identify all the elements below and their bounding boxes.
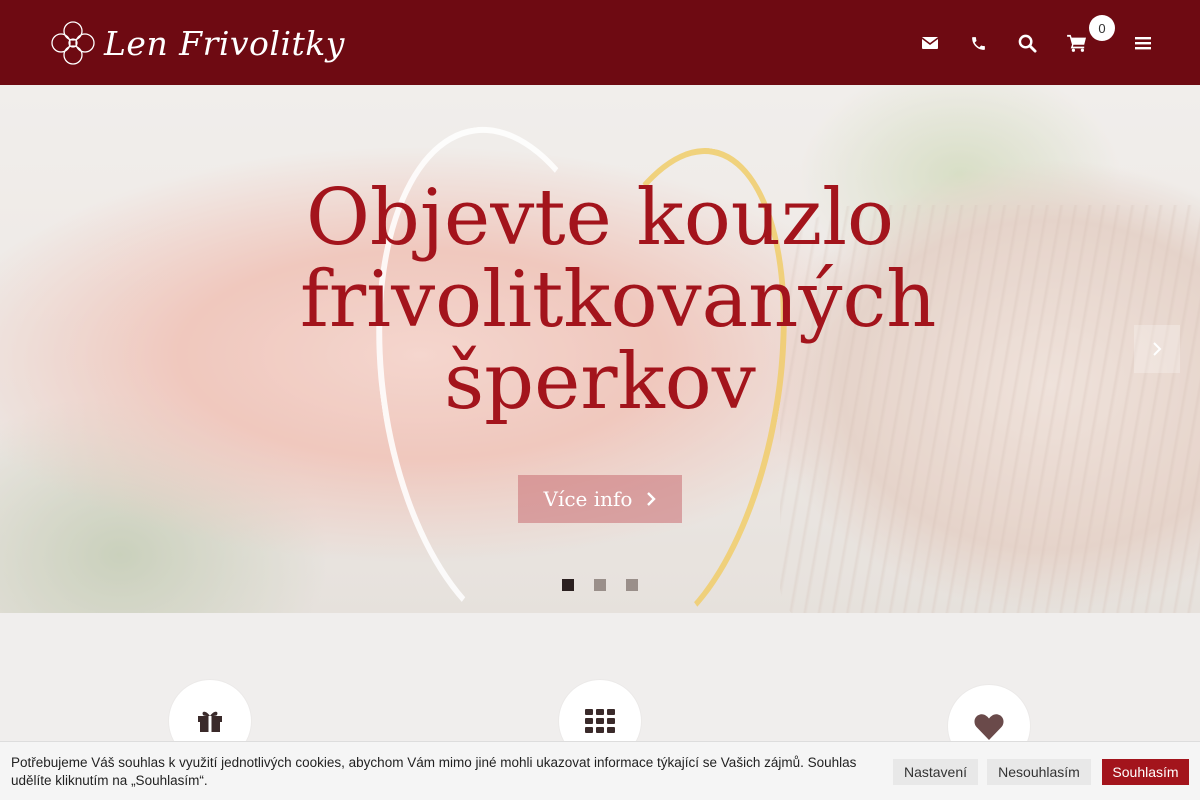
cookie-text: Potřebujeme Váš souhlas k využití jednot… (11, 755, 857, 788)
cookie-settings-button[interactable]: Nastavení (893, 759, 978, 785)
cookie-accept-button[interactable]: Souhlasím (1102, 759, 1189, 785)
search-icon[interactable] (1015, 31, 1039, 55)
slider-dot[interactable] (594, 579, 606, 591)
more-info-label: Více info (543, 487, 633, 511)
lace-flower-logo-icon (51, 21, 95, 65)
grid-icon (585, 709, 615, 733)
hero-title: Objevte kouzlo frivolitkovaných šperkov (300, 173, 937, 427)
more-info-button[interactable]: Více info (518, 475, 682, 523)
menu-icon[interactable] (1131, 31, 1155, 55)
chevron-right-icon (1153, 342, 1162, 356)
hero-slider: Objevte kouzlo frivolitkovaných šperkov … (0, 85, 1200, 613)
logo-text: Len Frivolitky (104, 23, 345, 63)
envelope-icon[interactable] (918, 31, 942, 55)
hero-title-line: šperkov (444, 337, 756, 427)
cookie-consent-bar: Potřebujeme Váš souhlas k využití jednot… (0, 741, 1200, 800)
gift-icon (198, 711, 222, 732)
chevron-right-icon (647, 492, 657, 506)
cart-icon[interactable] (1065, 31, 1089, 55)
slider-dots (562, 579, 638, 591)
phone-icon[interactable] (966, 31, 990, 55)
hero-title-line: frivolitkovaných (300, 255, 937, 345)
cart-count-badge: 0 (1089, 15, 1115, 41)
slider-next-button[interactable] (1134, 325, 1180, 373)
slider-dot[interactable] (626, 579, 638, 591)
hero-title-line: Objevte kouzlo (305, 173, 895, 263)
site-header: Len Frivolitky 0 (0, 0, 1200, 85)
cookie-decline-button[interactable]: Nesouhlasím (987, 759, 1091, 785)
site-logo[interactable]: Len Frivolitky (48, 12, 345, 74)
heart-icon (974, 713, 1004, 740)
slider-dot[interactable] (562, 579, 574, 591)
